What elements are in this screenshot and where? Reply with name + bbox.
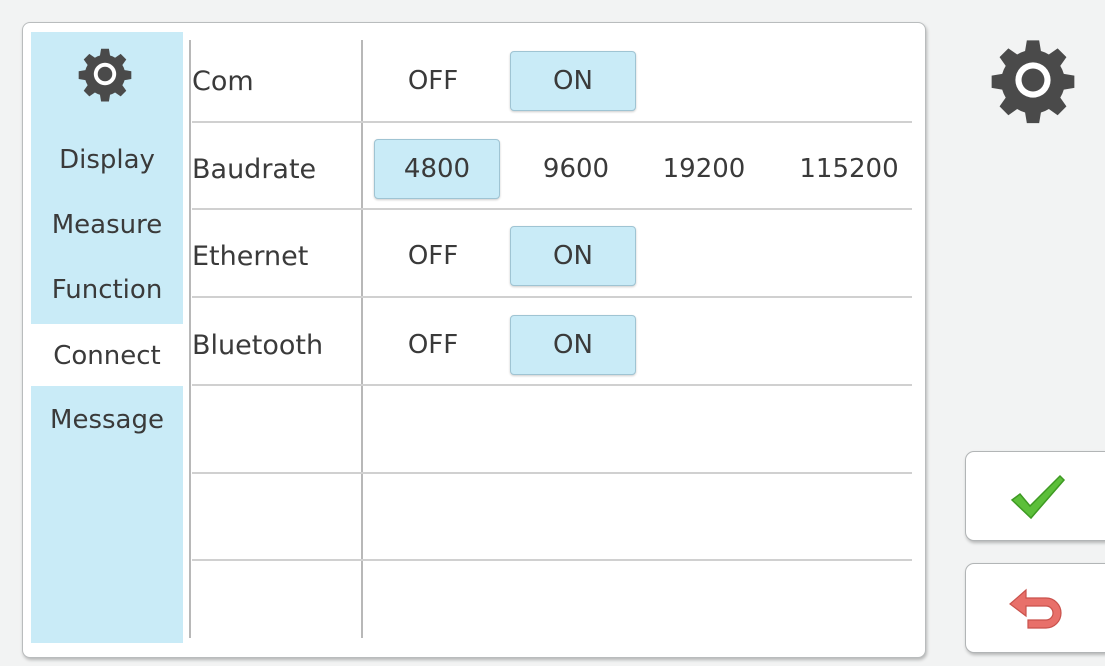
com-off-option[interactable]: OFF [370,51,496,111]
baudrate-4800-option[interactable]: 4800 [374,139,500,199]
column-divider-mid [361,40,363,638]
bluetooth-label: Bluetooth [192,330,324,361]
com-label: Com [192,66,254,97]
sidebar: Display Measure Function Connect Message [31,32,183,643]
confirm-button[interactable] [965,451,1105,541]
gear-icon [78,48,132,102]
check-icon [1010,474,1066,520]
baudrate-19200-option[interactable]: 19200 [641,139,767,199]
ethernet-off-option[interactable]: OFF [370,226,496,286]
baudrate-115200-option[interactable]: 115200 [786,139,912,199]
back-arrow-icon [1009,588,1062,629]
sidebar-item-function[interactable]: Function [31,272,183,308]
row-divider [192,121,912,123]
row-divider [192,208,912,210]
back-button[interactable] [965,563,1105,653]
ethernet-label: Ethernet [192,241,309,272]
gear-icon [991,40,1075,124]
row-divider [192,559,912,561]
bluetooth-on-option[interactable]: ON [510,315,636,375]
com-on-option[interactable]: ON [510,51,636,111]
row-divider [192,296,912,298]
row-divider [192,384,912,386]
bluetooth-off-option[interactable]: OFF [370,315,496,375]
sidebar-item-display[interactable]: Display [31,142,183,178]
baudrate-label: Baudrate [192,154,317,185]
baudrate-9600-option[interactable]: 9600 [513,139,639,199]
column-divider-left [189,40,191,638]
sidebar-item-connect[interactable]: Connect [31,338,183,374]
sidebar-item-message[interactable]: Message [31,402,183,438]
sidebar-item-measure[interactable]: Measure [31,207,183,243]
ethernet-on-option[interactable]: ON [510,226,636,286]
row-divider [192,472,912,474]
